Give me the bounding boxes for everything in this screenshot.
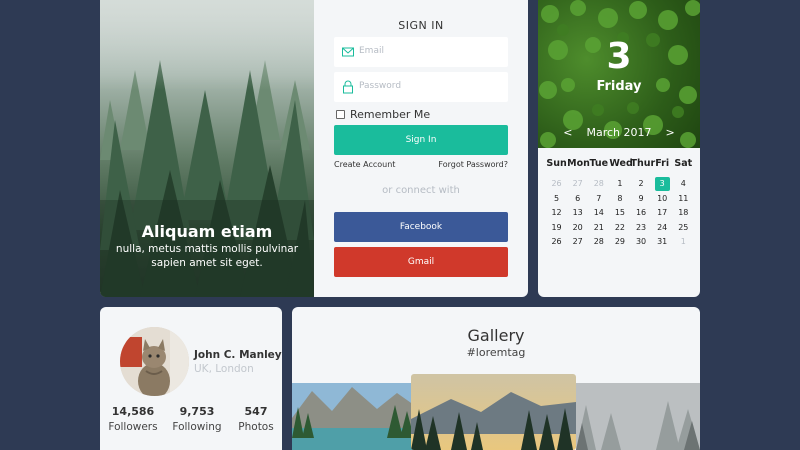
calendar-day[interactable]: 13 — [567, 208, 588, 217]
weekday-header: Fri — [655, 157, 670, 169]
stat-label: Photos — [238, 421, 274, 433]
calendar-day[interactable]: 29 — [609, 237, 630, 246]
calendar-day[interactable]: 6 — [567, 194, 588, 203]
mail-icon — [342, 47, 354, 57]
calendar-day[interactable]: 26 — [546, 237, 567, 246]
password-field[interactable]: Password — [334, 72, 508, 102]
selected-day-badge: 3 — [654, 176, 670, 191]
calendar-day[interactable]: 28 — [588, 179, 609, 188]
create-account-link[interactable]: Create Account — [334, 160, 395, 169]
prev-month-button[interactable]: < — [563, 126, 572, 139]
calendar-week: 26 27 28 29 30 31 1 — [546, 235, 694, 250]
calendar-day[interactable]: 7 — [588, 194, 609, 203]
calendar-day[interactable]: 21 — [588, 223, 609, 232]
stat-followers[interactable]: 14,586 Followers — [103, 405, 163, 433]
weekday-header: Sun — [546, 157, 567, 169]
gallery-title: Gallery — [467, 326, 525, 345]
calendar-day[interactable]: 19 — [546, 223, 567, 232]
connect-with-text: or connect with — [382, 185, 460, 196]
month-label: March 2017 — [586, 126, 652, 139]
calendar-day[interactable]: 25 — [673, 223, 694, 232]
weekday-header: Thur — [630, 157, 656, 169]
gallery-card: Gallery #loremtag — [292, 307, 700, 450]
calendar-day[interactable]: 28 — [588, 237, 609, 246]
calendar-day[interactable]: 24 — [652, 223, 673, 232]
calendar-day[interactable]: 11 — [673, 194, 694, 203]
calendar-grid: Sun Mon Tue Wed Thur Fri Sat 26 27 28 1 … — [546, 156, 694, 249]
calendar-day[interactable]: 16 — [631, 208, 652, 217]
calendar-header-row: Sun Mon Tue Wed Thur Fri Sat — [546, 156, 694, 171]
calendar-day[interactable]: 31 — [652, 237, 673, 246]
calendar-week: 19 20 21 22 23 24 25 — [546, 220, 694, 235]
forest-image: Aliquam etiam nulla, metus mattis mollis… — [100, 0, 314, 297]
stat-label: Following — [172, 421, 222, 433]
calendar-day[interactable]: 15 — [609, 208, 630, 217]
login-card: Aliquam etiam nulla, metus mattis mollis… — [100, 0, 528, 297]
gallery-image-sunset-forest[interactable] — [411, 374, 576, 450]
gallery-image-foggy-forest[interactable] — [576, 383, 700, 450]
password-placeholder: Password — [359, 81, 402, 91]
calendar-day[interactable]: 27 — [567, 179, 588, 188]
calendar-day-selected[interactable]: 3 — [652, 176, 673, 191]
calendar-day-number: 3 — [606, 36, 632, 77]
stat-label: Followers — [108, 421, 158, 433]
remember-label: Remember Me — [350, 108, 431, 121]
stat-value: 14,586 — [111, 405, 155, 418]
calendar-day[interactable]: 30 — [631, 237, 652, 246]
calendar-day[interactable]: 1 — [609, 179, 630, 188]
calendar-day[interactable]: 9 — [631, 194, 652, 203]
gallery-tag: #loremtag — [466, 346, 526, 359]
weekday-header: Sat — [674, 157, 693, 169]
signin-title: SIGN IN — [398, 19, 444, 32]
calendar-day[interactable]: 18 — [673, 208, 694, 217]
stat-following[interactable]: 9,753 Following — [167, 405, 227, 433]
calendar-day[interactable]: 8 — [609, 194, 630, 203]
calendar-day[interactable]: 26 — [546, 179, 567, 188]
forgot-password-link[interactable]: Forgot Password? — [438, 160, 508, 169]
profile-card: John C. Manley UK, London 14,586 Followe… — [100, 307, 282, 450]
hero-subtitle: nulla, metus mattis mollis pulvinar sapi… — [115, 243, 299, 269]
lock-icon — [343, 80, 353, 94]
calendar-day[interactable]: 22 — [609, 223, 630, 232]
avatar[interactable] — [120, 327, 189, 396]
calendar-day[interactable]: 23 — [631, 223, 652, 232]
weekday-header: Mon — [567, 157, 590, 169]
stat-photos[interactable]: 547 Photos — [226, 405, 282, 433]
calendar-day[interactable]: 12 — [546, 208, 567, 217]
facebook-button[interactable]: Facebook — [334, 212, 508, 242]
remember-me[interactable]: Remember Me — [336, 108, 430, 121]
calendar-week: 26 27 28 1 2 3 4 — [546, 176, 694, 192]
gmail-button[interactable]: Gmail — [334, 247, 508, 277]
calendar-day[interactable]: 17 — [652, 208, 673, 217]
stat-value: 547 — [244, 405, 268, 418]
remember-checkbox[interactable] — [336, 110, 345, 119]
email-field[interactable]: Email — [334, 37, 508, 67]
month-nav: < March 2017 > — [538, 126, 700, 139]
calendar-day[interactable]: 14 — [588, 208, 609, 217]
weekday-header: Wed — [609, 157, 633, 169]
gallery-image-lake[interactable] — [292, 383, 414, 450]
profile-name: John C. Manley — [194, 349, 282, 361]
clover-image: 3 Friday < March 2017 > — [538, 0, 700, 148]
stat-value: 9,753 — [179, 405, 215, 418]
calendar-day[interactable]: 10 — [652, 194, 673, 203]
calendar-day[interactable]: 1 — [673, 237, 694, 246]
calendar-day[interactable]: 20 — [567, 223, 588, 232]
signin-button[interactable]: Sign In — [334, 125, 508, 155]
calendar-day[interactable]: 2 — [631, 179, 652, 188]
calendar-week: 12 13 14 15 16 17 18 — [546, 206, 694, 221]
next-month-button[interactable]: > — [666, 126, 675, 139]
signin-form: SIGN IN Email Password Remember Me Sign … — [314, 0, 528, 297]
hero-title: Aliquam etiam — [141, 222, 273, 241]
calendar-card: 3 Friday < March 2017 > Sun Mon Tue Wed … — [538, 0, 700, 297]
calendar-day[interactable]: 5 — [546, 194, 567, 203]
calendar-weekday: Friday — [596, 79, 642, 94]
email-placeholder: Email — [359, 46, 384, 56]
calendar-day[interactable]: 27 — [567, 237, 588, 246]
weekday-header: Tue — [589, 157, 609, 169]
calendar-day[interactable]: 4 — [673, 179, 694, 188]
profile-location: UK, London — [194, 363, 254, 375]
calendar-week: 5 6 7 8 9 10 11 — [546, 191, 694, 206]
